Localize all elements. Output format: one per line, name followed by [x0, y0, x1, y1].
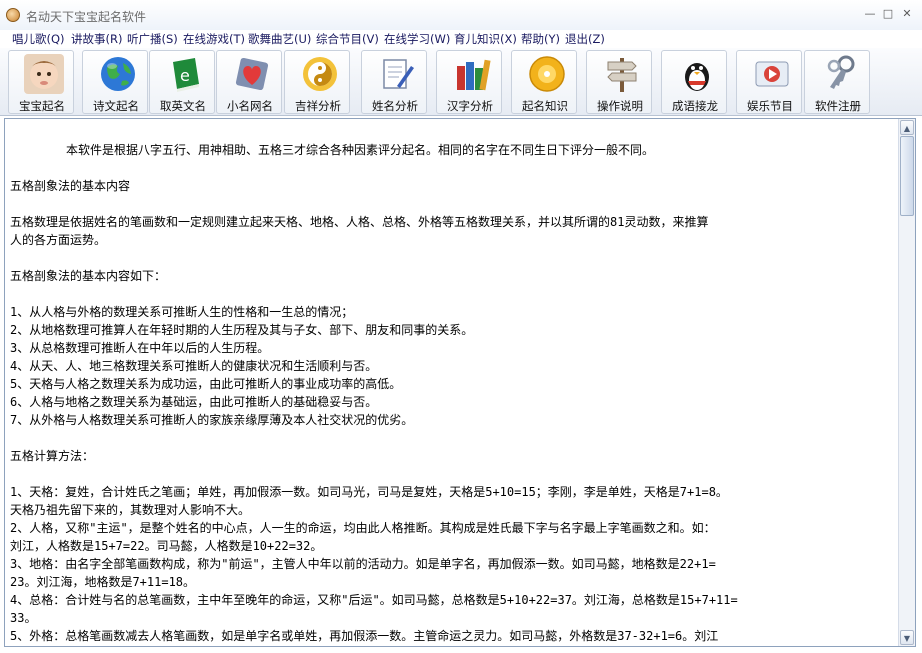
menu-online-games[interactable]: 在线游戏(T): [183, 31, 245, 47]
tool-label: 汉字分析: [447, 99, 493, 113]
books-icon: [457, 59, 491, 91]
tool-label: 成语接龙: [672, 99, 718, 113]
poetry-naming-button[interactable]: 诗文起名: [82, 50, 148, 114]
paragraph-line: 23。刘江海，地格数是7+11=18。: [10, 575, 196, 589]
menu-variety[interactable]: 综合节目(V): [316, 31, 379, 47]
instructions-button[interactable]: 操作说明: [586, 50, 652, 114]
paragraph-line: 刘江，人格数是15+7=22。司马懿，人格数是10+22=32。: [10, 539, 323, 553]
menu-online-study[interactable]: 在线学习(W): [384, 31, 450, 47]
paragraph-line: 1、天格：复姓，合计姓氏之笔画；单姓，再加假添一数。如司马光，司马是复姓，天格是…: [10, 485, 728, 499]
scroll-up-icon[interactable]: ▲: [900, 120, 914, 135]
menu-exit[interactable]: 退出(Z): [565, 31, 605, 47]
nickname-button[interactable]: 小名网名: [216, 50, 282, 114]
tool-label: 娱乐节目: [747, 99, 793, 113]
scroll-thumb[interactable]: [900, 136, 914, 216]
vertical-scrollbar[interactable]: ▲ ▼: [898, 119, 915, 646]
toolbar: 宝宝起名 诗文起名 e 取英文名 小名网名 吉祥分析 姓名分析 汉字分析 起名知…: [0, 48, 922, 116]
naming-knowledge-button[interactable]: 起名知识: [511, 50, 577, 114]
scroll-down-icon[interactable]: ▼: [900, 630, 914, 645]
article-text[interactable]: 本软件是根据八字五行、用神相助、五格三才综合各种因素评分起名。相同的名字在不同生…: [5, 119, 898, 646]
paragraph-line: 4、总格：合计姓与名的总笔画数，主中年至晚年的命运，又称"后运"。如司马懿，总格…: [10, 593, 738, 607]
maximize-icon[interactable]: □: [880, 7, 896, 21]
paragraph-line: 3、地格：由名字全部笔画数构成，称为"前运"，主管人中年以前的活动力。如是单字名…: [10, 557, 716, 571]
menu-stories[interactable]: 讲故事(R): [71, 31, 122, 47]
tool-label: 吉祥分析: [295, 99, 341, 113]
title-bar: 名动天下宝宝起名软件 — □ ✕: [0, 0, 922, 30]
svg-text:e: e: [180, 66, 190, 85]
paragraph-line: 2、人格，又称"主运"，是整个姓名的中心点，人一生的命运，均由此人格推断。其构成…: [10, 521, 716, 535]
tool-label: 宝宝起名: [19, 99, 65, 113]
paragraph-line: 33。: [10, 611, 37, 625]
cd-disc-icon: [529, 56, 565, 92]
tool-label: 起名知识: [522, 99, 568, 113]
list-item: 6、人格与地格之数理关系为基础运，由此可推断人的基础稳妥与否。: [10, 395, 378, 409]
paragraph-line: 人的各方面运势。: [10, 233, 107, 247]
auspicious-analysis-button[interactable]: 吉祥分析: [284, 50, 350, 114]
section-heading: 五格计算方法：: [10, 449, 95, 463]
menu-help[interactable]: 帮助(Y): [521, 31, 560, 47]
character-analysis-button[interactable]: 汉字分析: [436, 50, 502, 114]
baby-face-icon: [24, 54, 64, 94]
tool-label: 软件注册: [815, 99, 861, 113]
section-heading: 五格剖象法的基本内容如下：: [10, 269, 167, 283]
media-icon: [755, 61, 789, 87]
list-item: 1、从人格与外格的数理关系可推断人生的性格和一生总的情况；: [10, 305, 354, 319]
keys-icon: [827, 55, 855, 89]
taiji-icon: [303, 57, 337, 91]
paragraph-line: 5、外格：总格笔画数减去人格笔画数，如是单字名或单姓，再加假添一数。主管命运之灵…: [10, 629, 719, 643]
tool-label: 操作说明: [597, 99, 643, 113]
register-button[interactable]: 软件注册: [804, 50, 870, 114]
green-book-icon: e: [173, 58, 199, 92]
tool-label: 取英文名: [160, 99, 206, 113]
name-analysis-button[interactable]: 姓名分析: [361, 50, 427, 114]
minimize-icon[interactable]: —: [862, 7, 878, 21]
tool-label: 小名网名: [227, 99, 273, 113]
globe-icon: [101, 57, 135, 91]
heart-icon: [235, 57, 269, 91]
signpost-icon: [607, 58, 637, 92]
paragraph-line: 五格数理是依据姓名的笔画数和一定规则建立起来天格、地格、人格、总格、外格等五格数…: [10, 215, 709, 229]
menu-nursery-rhymes[interactable]: 唱儿歌(Q): [12, 31, 65, 47]
window-title: 名动天下宝宝起名软件: [26, 10, 147, 24]
intro-paragraph: 本软件是根据八字五行、用神相助、五格三才综合各种因素评分起名。相同的名字在不同生…: [66, 143, 655, 157]
tool-label: 诗文起名: [93, 99, 139, 113]
baby-naming-button[interactable]: 宝宝起名: [8, 50, 74, 114]
paragraph-line: 天格乃祖先留下来的，其数理对人影响不大。: [10, 503, 251, 517]
tool-label: 姓名分析: [372, 99, 418, 113]
section-heading: 五格剖象法的基本内容: [10, 179, 131, 193]
document-pen-icon: [383, 59, 414, 89]
close-icon[interactable]: ✕: [899, 7, 915, 21]
list-item: 3、从总格数理可推断人在中年以后的人生历程。: [10, 341, 270, 355]
english-name-button[interactable]: e 取英文名: [149, 50, 215, 114]
menu-parenting[interactable]: 育儿知识(X): [454, 31, 517, 47]
menu-bar: 唱儿歌(Q) 讲故事(R) 听广播(S) 在线游戏(T) 歌舞曲艺(U) 综合节…: [0, 28, 922, 48]
menu-radio[interactable]: 听广播(S): [127, 31, 178, 47]
list-item: 4、从天、人、地三格数理关系可推断人的健康状况和生活顺利与否。: [10, 359, 378, 373]
penguin-icon: [685, 63, 709, 91]
list-item: 7、从外格与人格数理关系可推断人的家族亲缘厚薄及本人社交状况的优劣。: [10, 413, 414, 427]
entertainment-button[interactable]: 娱乐节目: [736, 50, 802, 114]
idiom-chain-button[interactable]: 成语接龙: [661, 50, 727, 114]
list-item: 2、从地格数理可推算人在年轻时期的人生历程及其与子女、部下、朋友和同事的关系。: [10, 323, 474, 337]
menu-song-dance[interactable]: 歌舞曲艺(U): [248, 31, 311, 47]
app-window: 名动天下宝宝起名软件 — □ ✕ 唱儿歌(Q) 讲故事(R) 听广播(S) 在线…: [0, 0, 922, 653]
content-panel: 本软件是根据八字五行、用神相助、五格三才综合各种因素评分起名。相同的名字在不同生…: [4, 118, 916, 647]
app-logo-icon: [6, 8, 20, 22]
list-item: 5、天格与人格之数理关系为成功运，由此可推断人的事业成功率的高低。: [10, 377, 402, 391]
